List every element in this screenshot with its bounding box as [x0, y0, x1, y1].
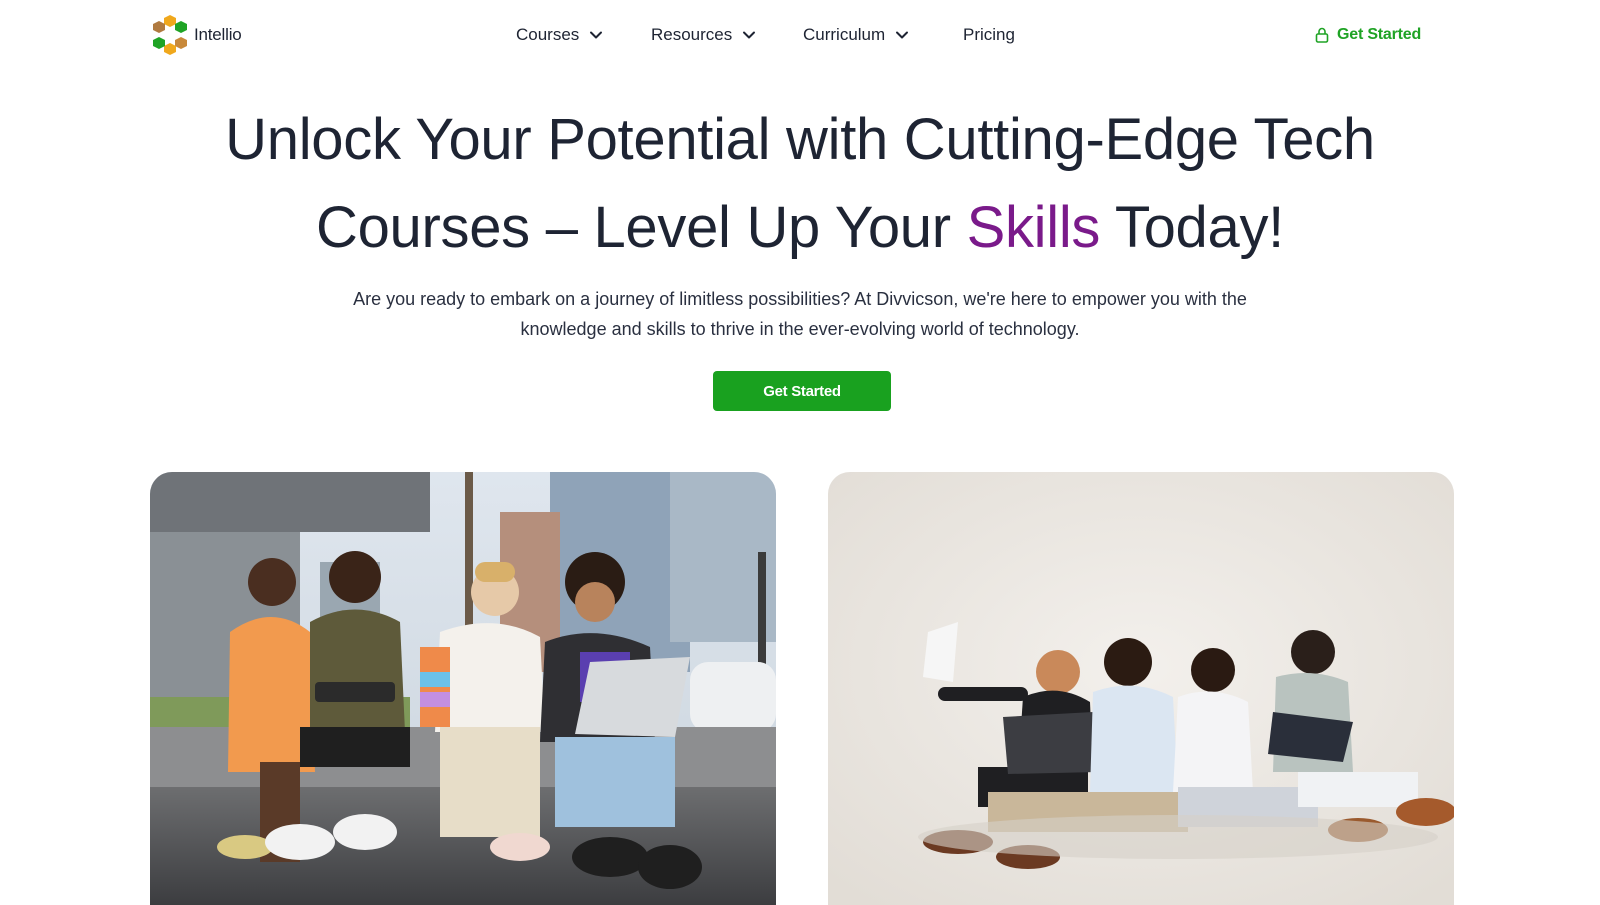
chevron-down-icon — [743, 31, 756, 39]
hero-title: Unlock Your Potential with Cutting-Edge … — [160, 96, 1440, 272]
nav-item-pricing[interactable]: Pricing — [963, 20, 1015, 50]
hero-cta-label: Get Started — [763, 382, 841, 400]
nav-item-courses[interactable]: Courses — [516, 20, 603, 50]
nav-get-started-button[interactable]: Get Started — [1315, 20, 1421, 50]
lock-icon — [1315, 27, 1329, 43]
students-studio-photo — [828, 472, 1454, 905]
hero-get-started-button[interactable]: Get Started — [713, 371, 891, 411]
hero-subtitle: Are you ready to embark on a journey of … — [300, 284, 1300, 344]
hero-title-accent: Skills — [966, 195, 1101, 260]
top-nav: Intellio Courses Resources Curriculum Pr… — [0, 0, 1600, 70]
hero-subtitle-line1: Are you ready to embark on a journey of … — [353, 289, 1247, 309]
hero-title-line2-after: Today! — [1100, 195, 1284, 260]
students-city-photo — [150, 472, 776, 905]
nav-item-curriculum[interactable]: Curriculum — [803, 20, 909, 50]
nav-item-label: Courses — [516, 25, 580, 44]
nav-item-label: Pricing — [963, 25, 1015, 44]
hero-subtitle-line2: knowledge and skills to thrive in the ev… — [520, 319, 1080, 339]
nav-item-label: Curriculum — [803, 25, 886, 44]
landing-page: Intellio Courses Resources Curriculum Pr… — [0, 0, 1600, 905]
chevron-down-icon — [896, 31, 909, 39]
chevron-down-icon — [590, 31, 603, 39]
hero-title-line1: Unlock Your Potential with Cutting-Edge … — [225, 107, 1375, 172]
nav-item-label: Resources — [651, 25, 733, 44]
nav-cta-label: Get Started — [1337, 26, 1422, 43]
hero-title-line2-before: Courses – Level Up Your — [316, 195, 967, 260]
nav-item-resources[interactable]: Resources — [651, 20, 756, 50]
